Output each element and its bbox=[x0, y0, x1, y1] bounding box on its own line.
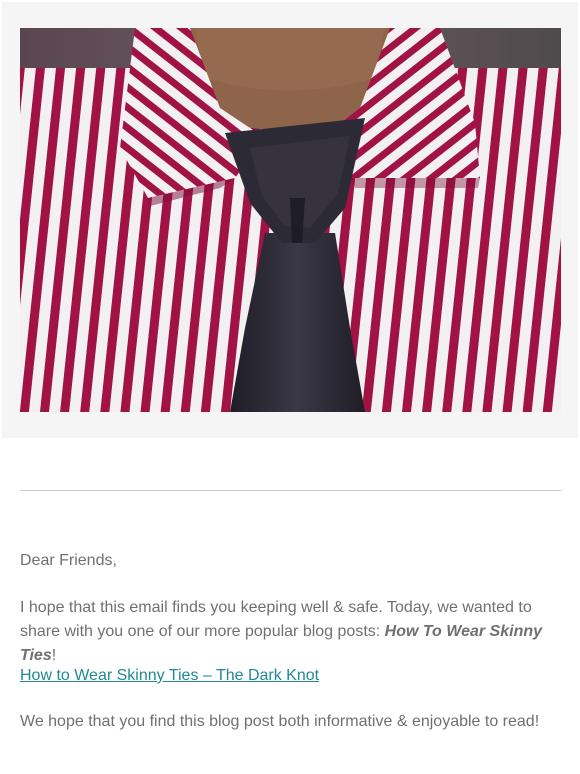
blog-post-link[interactable]: How to Wear Skinny Ties – The Dark Knot bbox=[20, 667, 319, 684]
intro-paragraph: I hope that this email finds you keeping… bbox=[20, 596, 565, 668]
hero-image bbox=[20, 28, 561, 412]
intro-punctuation: ! bbox=[51, 647, 57, 664]
section-divider bbox=[20, 490, 562, 491]
link-paragraph: How to Wear Skinny Ties – The Dark Knot bbox=[20, 664, 565, 688]
closing-text: We hope that you find this blog post bot… bbox=[20, 713, 540, 730]
greeting-text: Dear Friends, bbox=[20, 552, 117, 569]
